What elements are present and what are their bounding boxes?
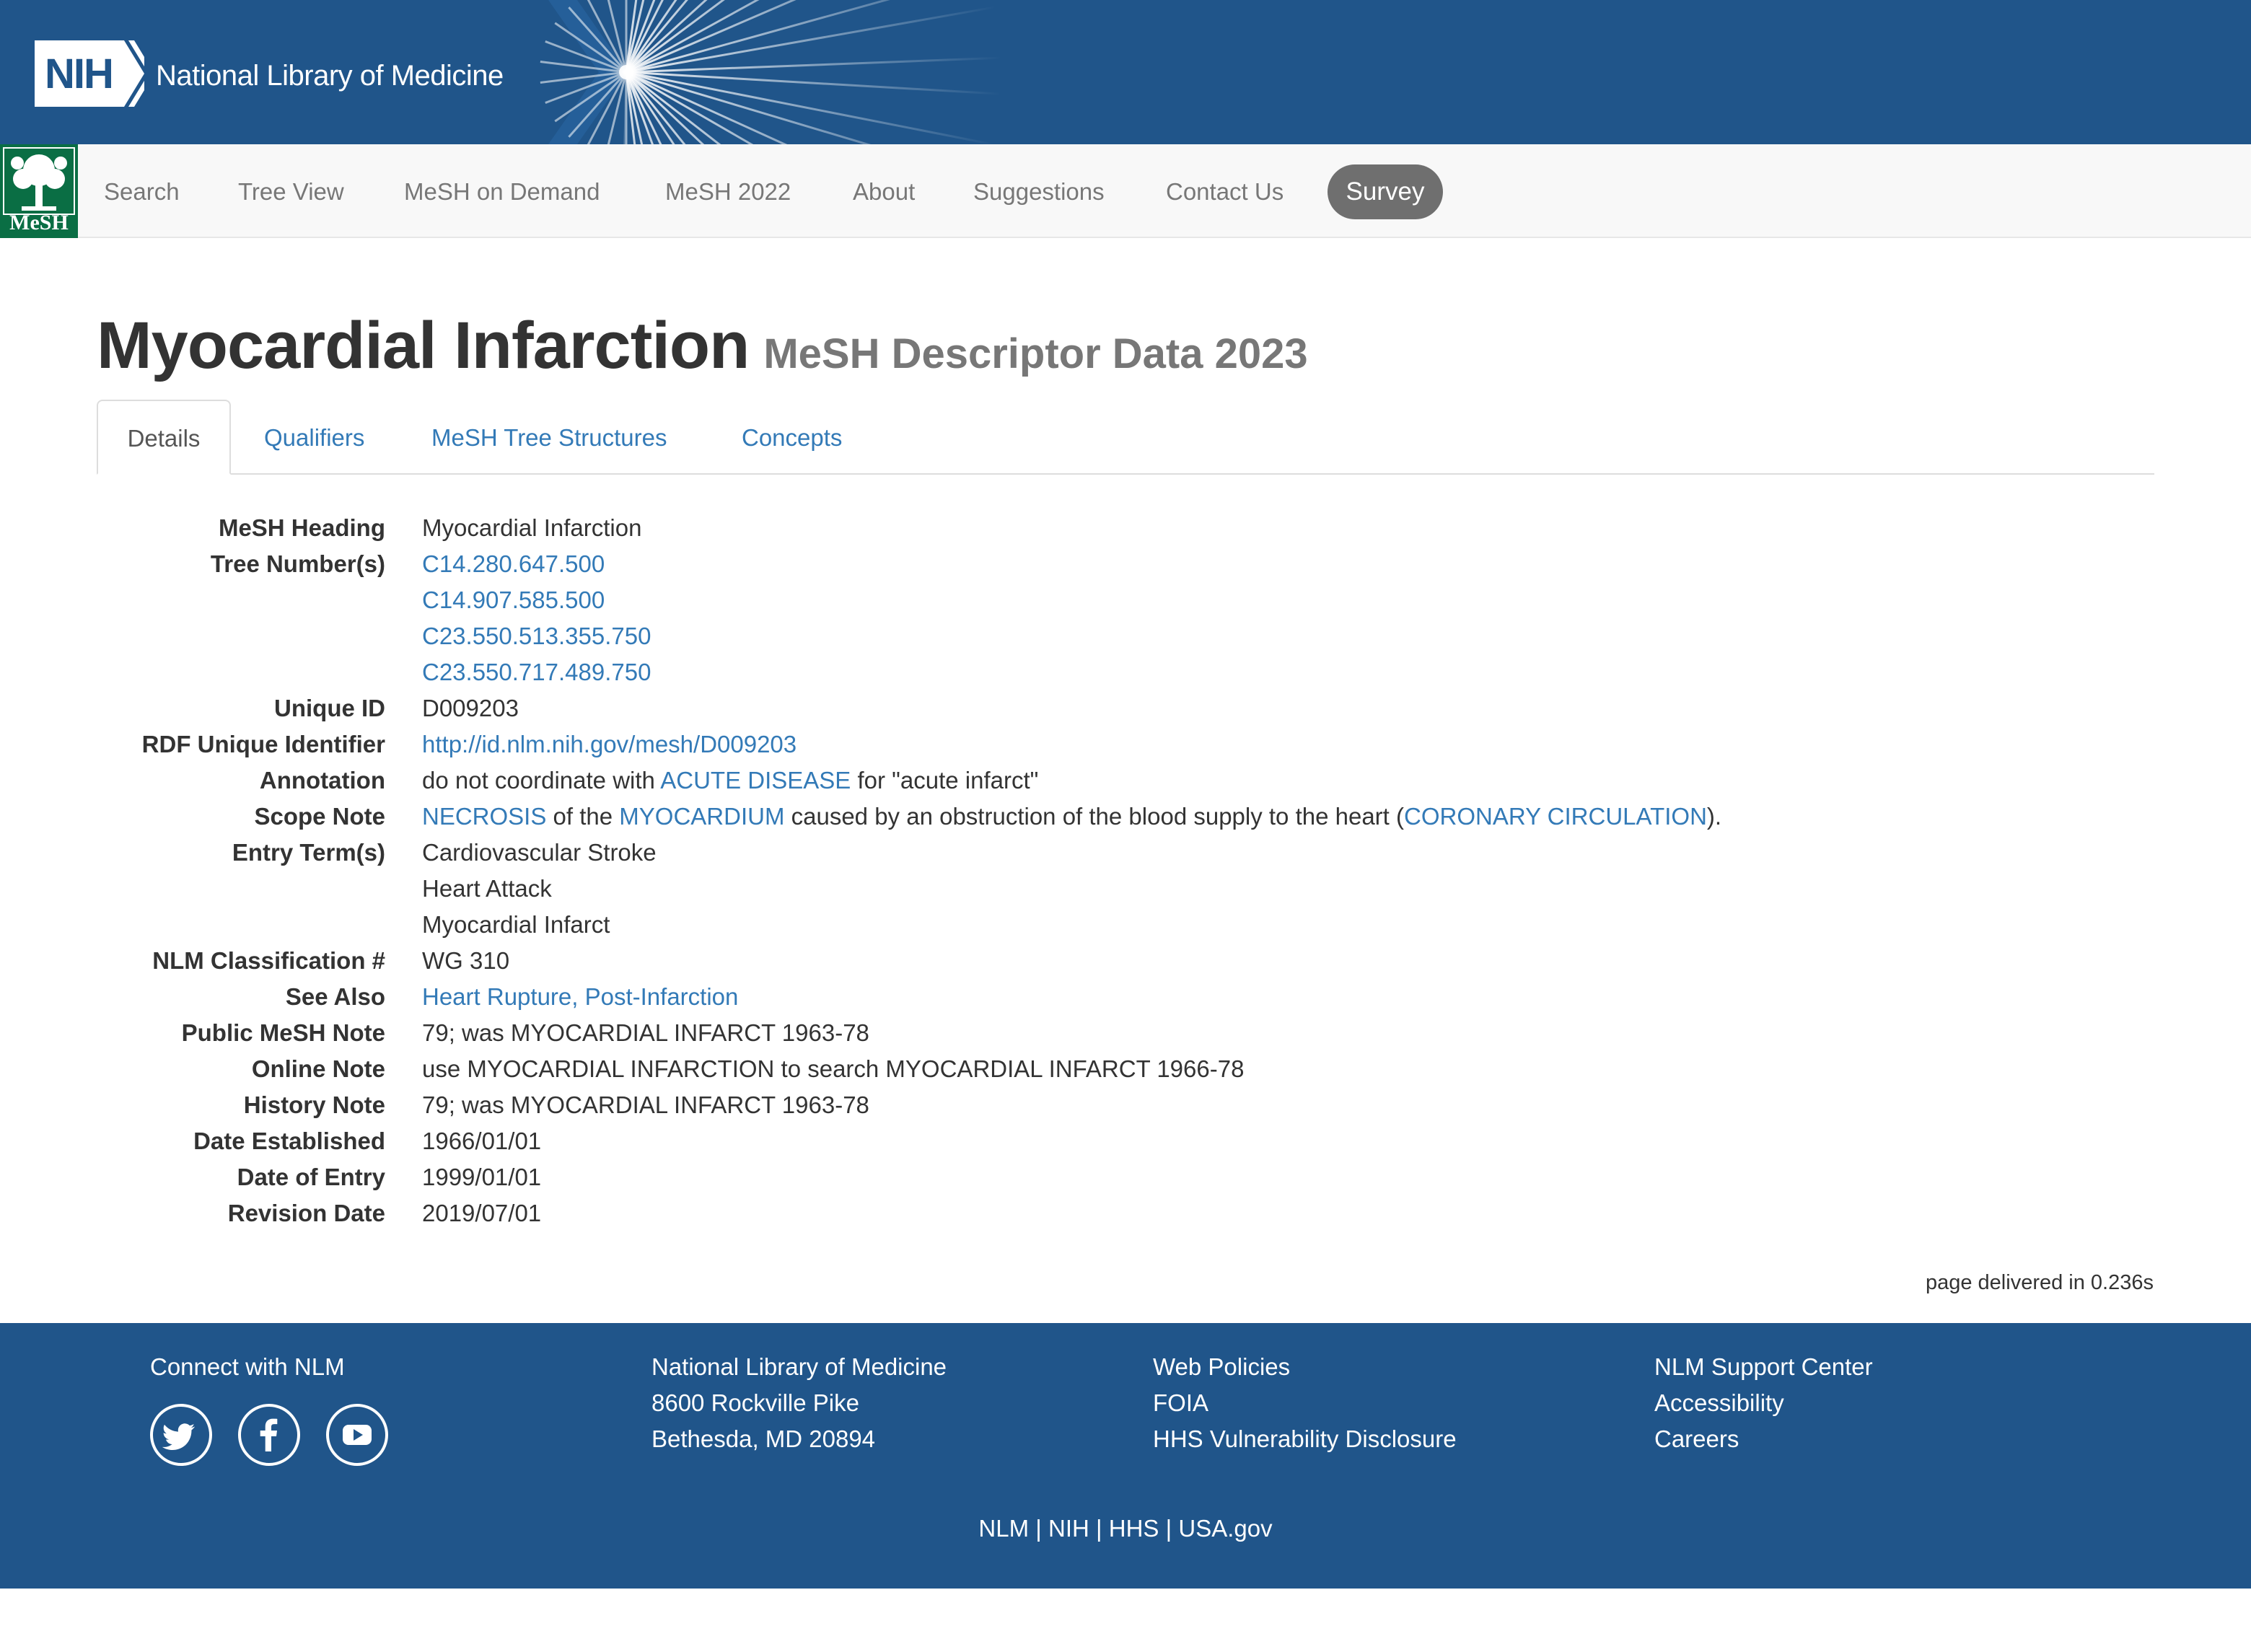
nav-survey-button[interactable]: Survey: [1328, 164, 1443, 219]
see-also-link[interactable]: Heart Rupture, Post-Infarction: [422, 979, 738, 1015]
usa-gov-link[interactable]: USA.gov: [1178, 1515, 1272, 1542]
nav-suggestions[interactable]: Suggestions: [973, 176, 1105, 208]
address-street: 8600 Rockville Pike: [651, 1389, 859, 1416]
label-mesh-heading: MeSH Heading: [218, 514, 385, 541]
value-history-note: 79; was MYOCARDIAL INFARCT 1963-78: [422, 1091, 869, 1118]
page-title-text: Myocardial Infarction: [97, 309, 750, 382]
label-history-note: History Note: [243, 1091, 385, 1118]
acute-disease-link[interactable]: ACUTE DISEASE: [660, 767, 851, 794]
mesh-logo[interactable]: MeSH: [0, 144, 78, 238]
myocardium-link[interactable]: MYOCARDIUM: [619, 803, 784, 830]
tab-details[interactable]: Details: [97, 400, 231, 475]
value-online-note: use MYOCARDIAL INFARCTION to search MYOC…: [422, 1055, 1245, 1082]
value-annotation: do not coordinate with ACUTE DISEASE for…: [422, 763, 1038, 799]
address-city: Bethesda, MD 20894: [651, 1425, 876, 1452]
tree-number-link[interactable]: C23.550.717.489.750: [422, 654, 651, 690]
nlm-support-center-link[interactable]: NLM Support Center: [1654, 1349, 1873, 1385]
value-public-mesh-note: 79; was MYOCARDIAL INFARCT 1963-78: [422, 1019, 869, 1046]
connect-heading: Connect with NLM: [150, 1353, 345, 1380]
nih-logo-text: NIH: [45, 50, 114, 97]
twitter-icon-glyph: [162, 1423, 196, 1450]
label-online-note: Online Note: [251, 1055, 385, 1082]
org-title[interactable]: National Library of Medicine: [156, 59, 504, 92]
label-tree-numbers: Tree Number(s): [210, 550, 385, 577]
nih-link[interactable]: NIH: [1048, 1515, 1089, 1542]
web-policies-link[interactable]: Web Policies: [1153, 1349, 1290, 1385]
entry-term: Myocardial Infarct: [422, 911, 610, 938]
mesh-logo-label: MeSH: [9, 211, 69, 234]
separator: |: [1035, 1515, 1042, 1542]
nav-about[interactable]: About: [853, 176, 915, 208]
footer-bottom-links: NLM | NIH | HHS | USA.gov: [0, 1511, 2251, 1547]
hhs-link[interactable]: HHS: [1109, 1515, 1159, 1542]
label-annotation: Annotation: [259, 767, 385, 794]
label-unique-id: Unique ID: [274, 695, 385, 721]
youtube-icon-glyph: [343, 1425, 372, 1445]
label-public-mesh-note: Public MeSH Note: [181, 1019, 385, 1046]
rdf-identifier-link[interactable]: http://id.nlm.nih.gov/mesh/D009203: [422, 726, 797, 763]
value-nlm-classification: WG 310: [422, 947, 510, 974]
tree-number-link[interactable]: C23.550.513.355.750: [422, 618, 651, 654]
nav-search[interactable]: Search: [104, 176, 180, 208]
tab-qualifiers[interactable]: Qualifiers: [264, 418, 364, 475]
label-rdf-identifier: RDF Unique Identifier: [141, 731, 385, 757]
tabs-divider: [97, 473, 2154, 475]
page-title: Myocardial Infarction MeSH Descriptor Dat…: [97, 306, 1308, 394]
label-revision-date: Revision Date: [227, 1200, 385, 1226]
nav-mesh-2022[interactable]: MeSH 2022: [665, 176, 791, 208]
entry-term: Cardiovascular Stroke: [422, 839, 657, 866]
label-nlm-classification: NLM Classification #: [152, 947, 385, 974]
accessibility-link[interactable]: Accessibility: [1654, 1385, 1784, 1421]
youtube-icon[interactable]: [326, 1404, 388, 1466]
scope-note-text: caused by an obstruction of the blood su…: [784, 803, 1405, 830]
site-header: NIH National Library of Medicine: [0, 0, 2251, 144]
twitter-icon[interactable]: [150, 1404, 212, 1466]
value-revision-date: 2019/07/01: [422, 1200, 542, 1226]
tab-mesh-tree-structures[interactable]: MeSH Tree Structures: [431, 418, 667, 475]
label-scope-note: Scope Note: [254, 803, 385, 830]
nlm-link[interactable]: NLM: [978, 1515, 1029, 1542]
scope-note-text: of the: [546, 803, 620, 830]
label-entry-terms: Entry Term(s): [232, 839, 385, 866]
nav-mesh-on-demand[interactable]: MeSH on Demand: [404, 176, 600, 208]
label-see-also: See Also: [285, 983, 385, 1010]
nav-tree-view[interactable]: Tree View: [238, 176, 344, 208]
hhs-vulnerability-link[interactable]: HHS Vulnerability Disclosure: [1153, 1421, 1457, 1457]
entry-term: Heart Attack: [422, 875, 552, 902]
tree-number-link[interactable]: C14.280.647.500: [422, 546, 605, 582]
necrosis-link[interactable]: NECROSIS: [422, 803, 546, 830]
value-mesh-heading: Myocardial Infarction: [422, 514, 642, 541]
careers-link[interactable]: Careers: [1654, 1421, 1739, 1457]
tree-number-link[interactable]: C14.907.585.500: [422, 582, 605, 618]
value-scope-note: NECROSIS of the MYOCARDIUM caused by an …: [422, 799, 1721, 835]
coronary-circulation-link[interactable]: CORONARY CIRCULATION: [1404, 803, 1707, 830]
page-subtitle: MeSH Descriptor Data 2023: [763, 330, 1308, 377]
value-date-established: 1966/01/01: [422, 1128, 542, 1154]
starburst-graphic: [540, 0, 1001, 144]
tab-concepts[interactable]: Concepts: [742, 418, 842, 475]
facebook-icon[interactable]: [238, 1404, 300, 1466]
address-name[interactable]: National Library of Medicine: [651, 1349, 947, 1385]
separator: |: [1096, 1515, 1102, 1542]
annotation-text: do not coordinate with: [422, 767, 661, 794]
page-delivery-time: page delivered in 0.236s: [1925, 1271, 2154, 1294]
value-date-of-entry: 1999/01/01: [422, 1164, 542, 1190]
facebook-icon-glyph: [260, 1418, 278, 1451]
annotation-text: for "acute infarct": [851, 767, 1039, 794]
foia-link[interactable]: FOIA: [1153, 1385, 1208, 1421]
value-unique-id: D009203: [422, 695, 519, 721]
label-date-of-entry: Date of Entry: [237, 1164, 385, 1190]
separator: |: [1165, 1515, 1172, 1542]
label-date-established: Date Established: [193, 1128, 385, 1154]
scope-note-text: ).: [1706, 803, 1722, 830]
nav-contact-us[interactable]: Contact Us: [1166, 176, 1284, 208]
